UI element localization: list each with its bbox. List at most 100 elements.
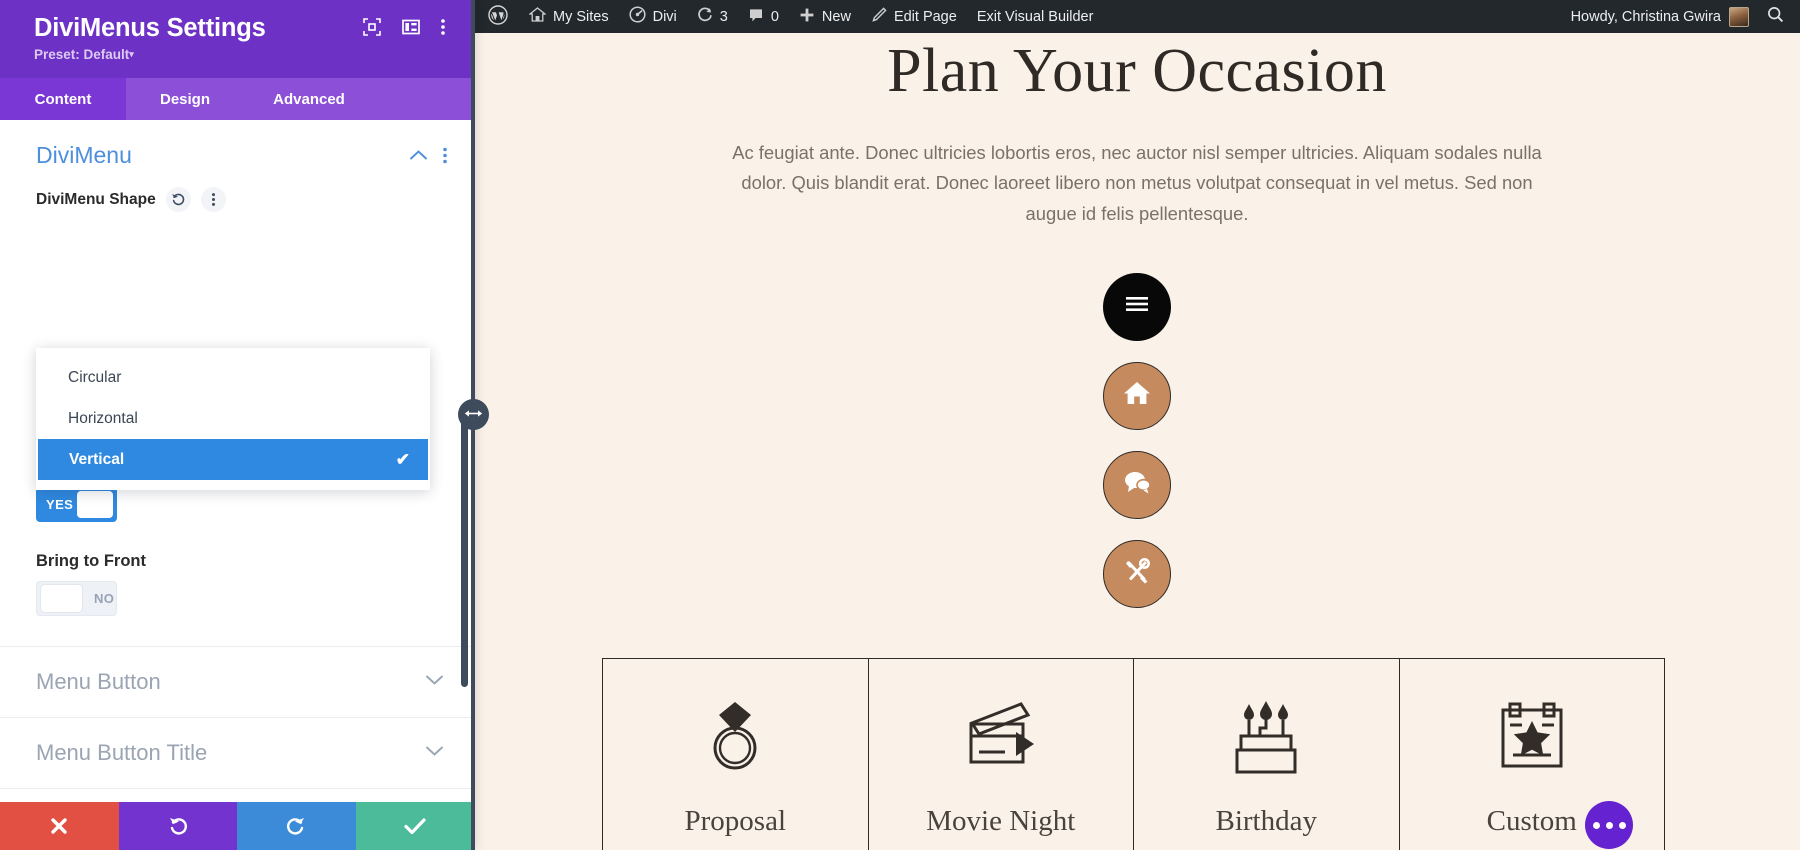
panel-scrollbar-thumb[interactable] — [461, 415, 468, 688]
wp-admin-bar: My Sites Divi 3 0 New Edit Page Exit Vis… — [474, 0, 1800, 33]
screen-root: Plan Your Occasion Ac feugiat ante. Done… — [0, 0, 1800, 850]
page-canvas: Plan Your Occasion Ac feugiat ante. Done… — [474, 33, 1800, 850]
home-menu-item[interactable] — [1103, 361, 1171, 430]
module-options-button[interactable] — [1585, 801, 1633, 849]
page-paragraph: Ac feugiat ante. Donec ultricies loborti… — [732, 142, 1542, 224]
panel-tabs: Content Design Advanced — [0, 78, 474, 121]
ring-icon — [699, 695, 771, 777]
panel-body: DiviMenu DiviMenu Shape Circular Horizon… — [0, 120, 474, 802]
section-label: Menu Button Title — [36, 740, 208, 766]
multisite-icon — [528, 7, 547, 26]
chat-menu-item[interactable] — [1103, 450, 1171, 519]
user-avatar — [1729, 6, 1749, 27]
pencil-icon — [871, 6, 887, 27]
comment-icon — [748, 7, 764, 27]
option-label: Horizontal — [68, 409, 138, 427]
card-label: Proposal — [684, 805, 787, 837]
divi-speedometer-icon — [629, 6, 646, 27]
panel-resize-handle[interactable] — [458, 399, 489, 430]
edit-page-menu[interactable]: Edit Page — [861, 0, 967, 33]
divi-circle-menu — [1099, 272, 1175, 608]
chevron-down-icon — [425, 673, 444, 691]
exit-visual-builder-button[interactable]: Exit Visual Builder — [967, 0, 1104, 33]
card-label: Birthday — [1215, 805, 1318, 837]
dropdown-option-circular[interactable]: Circular — [37, 357, 429, 398]
birthday-cake-icon — [1227, 695, 1305, 777]
ellipsis-icon — [1592, 821, 1626, 829]
bring-to-front-label: Bring to Front — [36, 552, 146, 571]
hamburger-icon — [1123, 294, 1151, 319]
save-button[interactable] — [355, 802, 474, 850]
redo-icon — [285, 815, 307, 837]
toggle-knob — [41, 585, 82, 613]
search-icon — [1767, 6, 1784, 27]
updates-icon — [697, 7, 713, 27]
divimenu-section-header: DiviMenu — [0, 120, 474, 177]
tools-menu-item[interactable] — [1103, 539, 1171, 608]
reset-icon[interactable] — [165, 187, 191, 213]
tab-advanced[interactable]: Advanced — [244, 78, 374, 120]
card-label: Custom — [1486, 805, 1577, 837]
chat-bubbles-icon — [1122, 468, 1152, 501]
shape-field-label: DiviMenu Shape — [36, 190, 156, 208]
hamburger-menu-button[interactable] — [1103, 272, 1171, 341]
occasion-card[interactable]: Birthday — [1134, 659, 1400, 850]
tools-icon — [1122, 556, 1152, 591]
divi-label: Divi — [652, 8, 677, 25]
plus-icon — [799, 7, 815, 27]
fullscreen-icon[interactable] — [362, 17, 382, 37]
caret-down-icon: ▾ — [129, 49, 134, 60]
cancel-button[interactable] — [0, 802, 119, 850]
new-label: New — [821, 8, 851, 25]
divimenus-settings-panel: DiviMenus Settings Preset: Default▾ Cont… — [0, 0, 474, 850]
toggle-value: NO — [94, 591, 115, 607]
calendar-star-icon — [1494, 695, 1570, 777]
option-label: Circular — [68, 368, 122, 386]
shape-dropdown-menu: Circular Horizontal Vertical ✔ — [36, 348, 430, 491]
account-menu[interactable]: Howdy, Christina Gwira — [1561, 6, 1759, 27]
check-icon: ✔ — [395, 449, 410, 469]
chevron-down-icon — [425, 744, 444, 762]
new-content-menu[interactable]: New — [789, 0, 861, 33]
dropdown-option-horizontal[interactable]: Horizontal — [37, 398, 429, 439]
my-sites-menu[interactable]: My Sites — [519, 0, 619, 33]
home-icon — [1122, 379, 1152, 412]
wordpress-logo-button[interactable] — [474, 0, 519, 33]
kebab-menu-icon[interactable] — [200, 187, 226, 213]
chevron-up-icon[interactable] — [409, 149, 428, 162]
kebab-menu-icon[interactable] — [442, 146, 448, 165]
undo-icon — [167, 815, 189, 837]
preset-label: Preset: Default — [34, 47, 130, 63]
equal-height-toggle[interactable]: YES — [36, 487, 117, 523]
toggle-knob — [77, 491, 113, 519]
redo-button[interactable] — [237, 802, 356, 850]
divi-menu[interactable]: Divi — [619, 0, 687, 33]
wordpress-logo-icon — [488, 4, 508, 29]
clapperboard-icon — [961, 695, 1041, 777]
toggle-value: YES — [46, 497, 74, 513]
section-menu-button-title[interactable]: Menu Button Title — [0, 718, 474, 790]
updates-menu[interactable]: 3 — [687, 0, 738, 33]
section-label: Menu Button — [36, 669, 161, 695]
bring-to-front-toggle[interactable]: NO — [36, 581, 117, 617]
card-label: Movie Night — [926, 805, 1076, 837]
comments-menu[interactable]: 0 — [738, 0, 789, 33]
tab-design[interactable]: Design — [126, 78, 244, 120]
preset-selector[interactable]: Preset: Default▾ — [34, 47, 134, 62]
kebab-menu-icon[interactable] — [440, 17, 460, 37]
search-button[interactable] — [1759, 6, 1800, 27]
updates-count: 3 — [719, 8, 728, 25]
undo-button[interactable] — [118, 802, 237, 850]
horizontal-resize-icon — [464, 406, 483, 424]
howdy-label: Howdy, Christina Gwira — [1570, 8, 1721, 25]
section-menu-button[interactable]: Menu Button — [0, 647, 474, 719]
layout-columns-icon[interactable] — [401, 17, 421, 37]
edit-page-label: Edit Page — [893, 8, 957, 25]
occasion-card[interactable]: Movie Night — [869, 659, 1134, 850]
tab-content[interactable]: Content — [0, 78, 126, 121]
dropdown-option-vertical[interactable]: Vertical ✔ — [38, 439, 428, 481]
page-title: Plan Your Occasion — [887, 37, 1387, 105]
occasion-card[interactable]: Proposal — [603, 659, 869, 850]
panel-header-icons — [362, 17, 460, 37]
occasion-cards: Proposal Movie Night Birthday Custom — [602, 658, 1665, 850]
